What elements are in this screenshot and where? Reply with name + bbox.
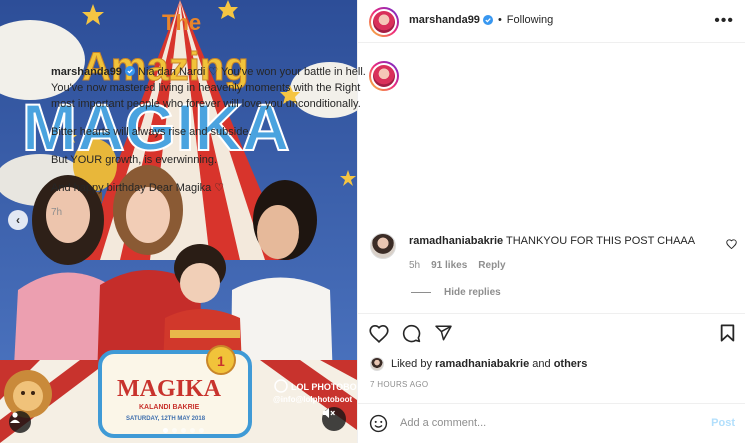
banner-the: The	[162, 10, 201, 35]
carousel-dot	[163, 428, 168, 433]
frame-badge: 1	[217, 353, 225, 369]
save-bookmark-icon[interactable]	[720, 324, 735, 342]
divider-line	[411, 292, 431, 293]
hide-replies-button[interactable]: Hide replies	[411, 287, 501, 298]
carousel-indicator	[163, 428, 204, 433]
post-header: marshanda99 • Following •••	[358, 0, 745, 43]
frame-subtitle: KALANDI BAKRIE	[139, 404, 200, 411]
comment-likes[interactable]: 91 likes	[431, 260, 467, 271]
reply-button[interactable]: Reply	[478, 260, 505, 271]
photobooth-name: LOL PHOTOBOO	[291, 382, 357, 392]
liked-by-prefix: Liked by	[391, 358, 432, 370]
speaker-muted-icon	[323, 408, 335, 418]
header-separator: •	[497, 14, 502, 26]
add-comment-input[interactable]	[400, 412, 690, 434]
post-timestamp[interactable]: 7 HOURS AGO	[370, 380, 428, 389]
like-heart-icon[interactable]	[369, 324, 389, 343]
caption-text-4: And happy birthday Dear Magika ♡	[51, 182, 225, 194]
user-icon	[10, 412, 20, 423]
comment-like-heart-icon[interactable]	[726, 239, 737, 249]
author-avatar[interactable]	[369, 7, 399, 37]
more-options-icon[interactable]: •••	[714, 13, 734, 29]
caption-timestamp[interactable]: 7h	[51, 205, 376, 221]
caption-username[interactable]: marshanda99	[51, 66, 122, 78]
comment-meta: 5h 91 likes Reply	[409, 260, 506, 271]
carousel-previous-button[interactable]: ‹	[8, 210, 28, 230]
liked-by: Liked by ramadhaniabakrie and others	[370, 357, 587, 371]
comment-bubble-icon[interactable]	[402, 324, 421, 343]
comment-text: THANKYOU FOR THIS POST CHAAA	[506, 235, 696, 247]
add-comment-bar: Post	[357, 403, 745, 443]
emoji-smiley-icon[interactable]	[369, 414, 388, 433]
hide-replies-label: Hide replies	[444, 287, 501, 298]
carousel-dot	[190, 428, 195, 433]
carousel-dot	[172, 428, 177, 433]
liked-by-user[interactable]: ramadhaniabakrie	[435, 358, 529, 370]
commenter-avatar[interactable]	[370, 233, 396, 259]
verified-badge-icon	[482, 15, 493, 25]
carousel-dot	[181, 428, 186, 433]
comment-timestamp[interactable]: 5h	[409, 260, 420, 271]
verified-badge-icon	[124, 66, 135, 76]
post-actions: Liked by ramadhaniabakrie and others 7 H…	[357, 313, 745, 403]
liker-avatar[interactable]	[370, 357, 384, 371]
tagged-users-button[interactable]	[9, 411, 31, 433]
caption-text-2: Bitter hearts will always rise and subsi…	[51, 126, 252, 138]
author-username[interactable]: marshanda99	[409, 14, 480, 26]
frame-title: MAGIKA	[117, 376, 222, 402]
caption-paragraph: marshanda99 Nia dan Nardi ♡ You've won y…	[51, 64, 376, 112]
following-button[interactable]: Following	[507, 14, 553, 26]
photobooth-handle: @info@lolphotoboot	[273, 395, 352, 404]
post-caption: marshanda99 Nia dan Nardi ♡ You've won y…	[51, 64, 376, 221]
caption-text-3: But YOUR growth, is everwinning.	[51, 154, 218, 166]
frame-date: SATURDAY, 12TH MAY 2018	[126, 416, 206, 422]
mute-button[interactable]	[322, 407, 346, 431]
comment: ramadhaniabakrie THANKYOU FOR THIS POST …	[409, 234, 714, 248]
commenter-username[interactable]: ramadhaniabakrie	[409, 235, 503, 247]
comments-section	[358, 44, 745, 314]
post-comment-button[interactable]: Post	[711, 417, 735, 429]
liked-by-and: and	[532, 358, 551, 370]
share-send-icon[interactable]	[434, 324, 453, 342]
carousel-dot	[199, 428, 204, 433]
liked-by-others[interactable]: others	[554, 358, 588, 370]
chevron-left-icon: ‹	[16, 213, 20, 227]
